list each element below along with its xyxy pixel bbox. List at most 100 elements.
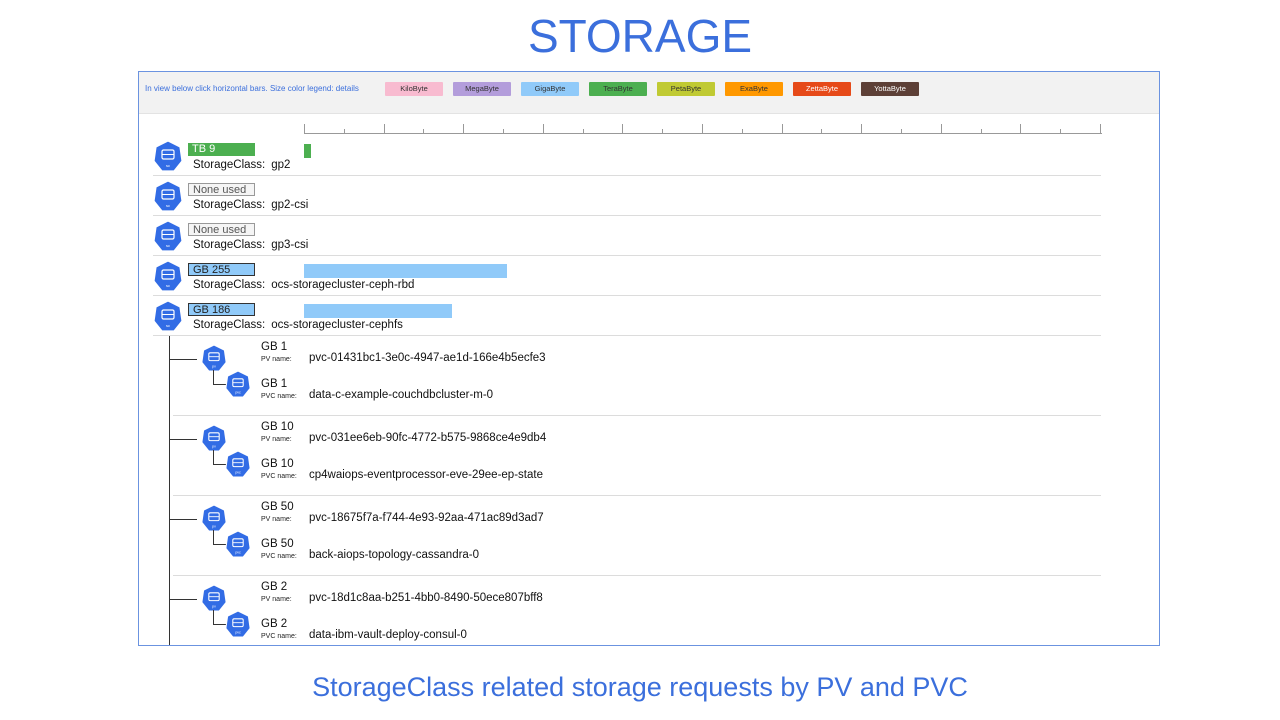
- storage-class-name: ocs-storagecluster-ceph-rbd: [271, 279, 415, 291]
- pv-size: GB 1: [261, 341, 288, 353]
- pvc-size: GB 50: [261, 538, 294, 550]
- persistent-volume-claim-icon: pvc: [225, 370, 251, 398]
- storage-class-key: StorageClass:: [193, 319, 266, 331]
- axis-tick: [383, 124, 385, 134]
- storage-class-icon: sc: [153, 300, 183, 332]
- legend-chip-megabyte: MegaByte: [453, 82, 511, 96]
- page-title: STORAGE: [527, 10, 753, 62]
- pv-name-key: PV name:: [261, 356, 292, 363]
- axis-tick: [503, 129, 504, 134]
- tree-branch: [169, 439, 197, 440]
- svg-text:pvc: pvc: [235, 471, 241, 475]
- storage-class-key: StorageClass:: [193, 239, 266, 251]
- persistent-volume-icon: pv: [201, 504, 227, 532]
- svg-text:sc: sc: [166, 283, 170, 288]
- pv-name: pvc-18675f7a-f744-4e93-92aa-471ac89d3ad7: [309, 512, 544, 524]
- persistent-volume-icon: pv: [201, 584, 227, 612]
- pvc-name-key: PVC name:: [261, 393, 297, 400]
- svg-text:sc: sc: [166, 323, 170, 328]
- axis-tick: [423, 129, 425, 134]
- storage-class-label: StorageClass: gp2: [193, 159, 290, 171]
- svg-text:pvc: pvc: [235, 631, 241, 635]
- tree-branch: [169, 359, 197, 360]
- storage-class-label: StorageClass: gp3-csi: [193, 239, 308, 251]
- pv-name-key: PV name:: [261, 436, 292, 443]
- pv-name: pvc-18d1c8aa-b251-4bb0-8490-50ece807bff8: [309, 592, 543, 604]
- axis-tick: [901, 129, 902, 134]
- pvc-name-key: PVC name:: [261, 473, 297, 480]
- axis-tick: [861, 124, 863, 134]
- storage-class-label: StorageClass: gp2-csi: [193, 199, 308, 211]
- storage-size-badge: TB 9: [188, 143, 255, 156]
- storage-class-row: sc GB 186 StorageClass: ocs-storagecluster-…: [153, 296, 1101, 336]
- pvc-size: GB 1: [261, 378, 288, 390]
- pv-name-key: PV name:: [261, 516, 292, 523]
- pv-group: pv pvc GB 50 PV name: pvc-18675f7a-f744-4e93…: [169, 496, 1101, 576]
- storage-class-name: ocs-storagecluster-cephfs: [271, 319, 403, 331]
- storage-class-label: StorageClass: ocs-storagecluster-ceph-rbd: [193, 279, 414, 291]
- svg-text:pv: pv: [212, 445, 216, 449]
- persistent-volume-icon: pv: [201, 344, 227, 372]
- axis-tick: [1060, 129, 1062, 134]
- pv-group: pv pvc GB 2 PV name: pvc-18d1c8aa-b251-4bb0-…: [169, 576, 1101, 645]
- pv-size: GB 10: [261, 421, 294, 433]
- pvc-name-key: PVC name:: [261, 553, 297, 560]
- storage-class-row: sc GB 255 StorageClass: ocs-storagecluster-…: [153, 256, 1101, 296]
- axis-tick: [821, 129, 823, 134]
- legend-chip-terabyte: TeraByte: [589, 82, 647, 96]
- storage-class-name: gp2: [271, 159, 291, 171]
- axis-tick: [1100, 124, 1101, 134]
- pv-name: pvc-031ee6eb-90fc-4772-b575-9868ce4e9db4: [309, 432, 547, 444]
- legend-chip-gigabyte: GigaByte: [521, 82, 579, 96]
- persistent-volume-claim-icon: pvc: [225, 610, 251, 638]
- axis-tick: [702, 124, 703, 134]
- storage-class-name: gp2-csi: [271, 199, 309, 211]
- axis-tick: [582, 129, 584, 134]
- legend-note[interactable]: In view below click horizontal bars. Siz…: [145, 84, 359, 93]
- tree-branch: [169, 519, 197, 520]
- svg-text:pv: pv: [212, 605, 216, 609]
- axis-tick: [741, 129, 743, 134]
- axis-tick: [622, 124, 624, 134]
- storage-usage-bar[interactable]: [304, 304, 453, 318]
- axis-tick: [542, 124, 544, 134]
- svg-text:pv: pv: [212, 525, 216, 529]
- storage-class-icon: sc: [153, 260, 183, 292]
- axis-tick: [980, 129, 982, 134]
- legend-chip-zettabyte: ZettaByte: [793, 82, 851, 96]
- storage-class-key: StorageClass:: [193, 279, 266, 291]
- storage-class-row: sc None used StorageClass: gp2-csi: [153, 176, 1101, 216]
- persistent-volume-icon: pv: [201, 424, 227, 452]
- legend-chip-exabyte: ExaByte: [725, 82, 783, 96]
- axis-tick: [1020, 124, 1022, 134]
- svg-text:sc: sc: [166, 243, 170, 248]
- legend-chip-petabyte: PetaByte: [657, 82, 715, 96]
- svg-text:pvc: pvc: [235, 391, 241, 395]
- size-legend: In view below click horizontal bars. Siz…: [139, 72, 1159, 114]
- pvc-name: data-c-example-couchdbcluster-m-0: [309, 389, 494, 401]
- storage-class-row: sc TB 9 StorageClass: gp2: [153, 136, 1101, 176]
- storage-usage-bar[interactable]: [304, 264, 508, 278]
- svg-text:pvc: pvc: [235, 551, 241, 555]
- storage-size-badge: GB 186: [188, 303, 255, 316]
- pv-size: GB 50: [261, 501, 294, 513]
- axis-tick: [463, 124, 465, 134]
- storage-class-key: StorageClass:: [193, 159, 266, 171]
- axis-tick: [940, 124, 942, 134]
- storage-class-row: sc None used StorageClass: gp3-csi: [153, 216, 1101, 256]
- axis-tick: [343, 129, 345, 134]
- axis-tick: [781, 124, 783, 134]
- page-subtitle: StorageClass related storage requests by…: [312, 672, 968, 702]
- svg-text:pv: pv: [212, 365, 216, 369]
- persistent-volume-claim-icon: pvc: [225, 450, 251, 478]
- storage-class-label: StorageClass: ocs-storagecluster-cephfs: [193, 319, 403, 331]
- storage-class-key: StorageClass:: [193, 199, 266, 211]
- storage-class-icon: sc: [153, 140, 183, 172]
- pv-name-key: PV name:: [261, 596, 292, 603]
- pvc-name: data-ibm-vault-deploy-consul-0: [309, 629, 467, 641]
- pv-group: pv pvc GB 10 PV name: pvc-031ee6eb-90fc-4772…: [169, 416, 1101, 496]
- tree-branch: [169, 599, 197, 600]
- persistent-volume-claim-icon: pvc: [225, 530, 251, 558]
- storage-usage-bar[interactable]: [304, 144, 312, 158]
- storage-size-badge: None used: [188, 223, 255, 236]
